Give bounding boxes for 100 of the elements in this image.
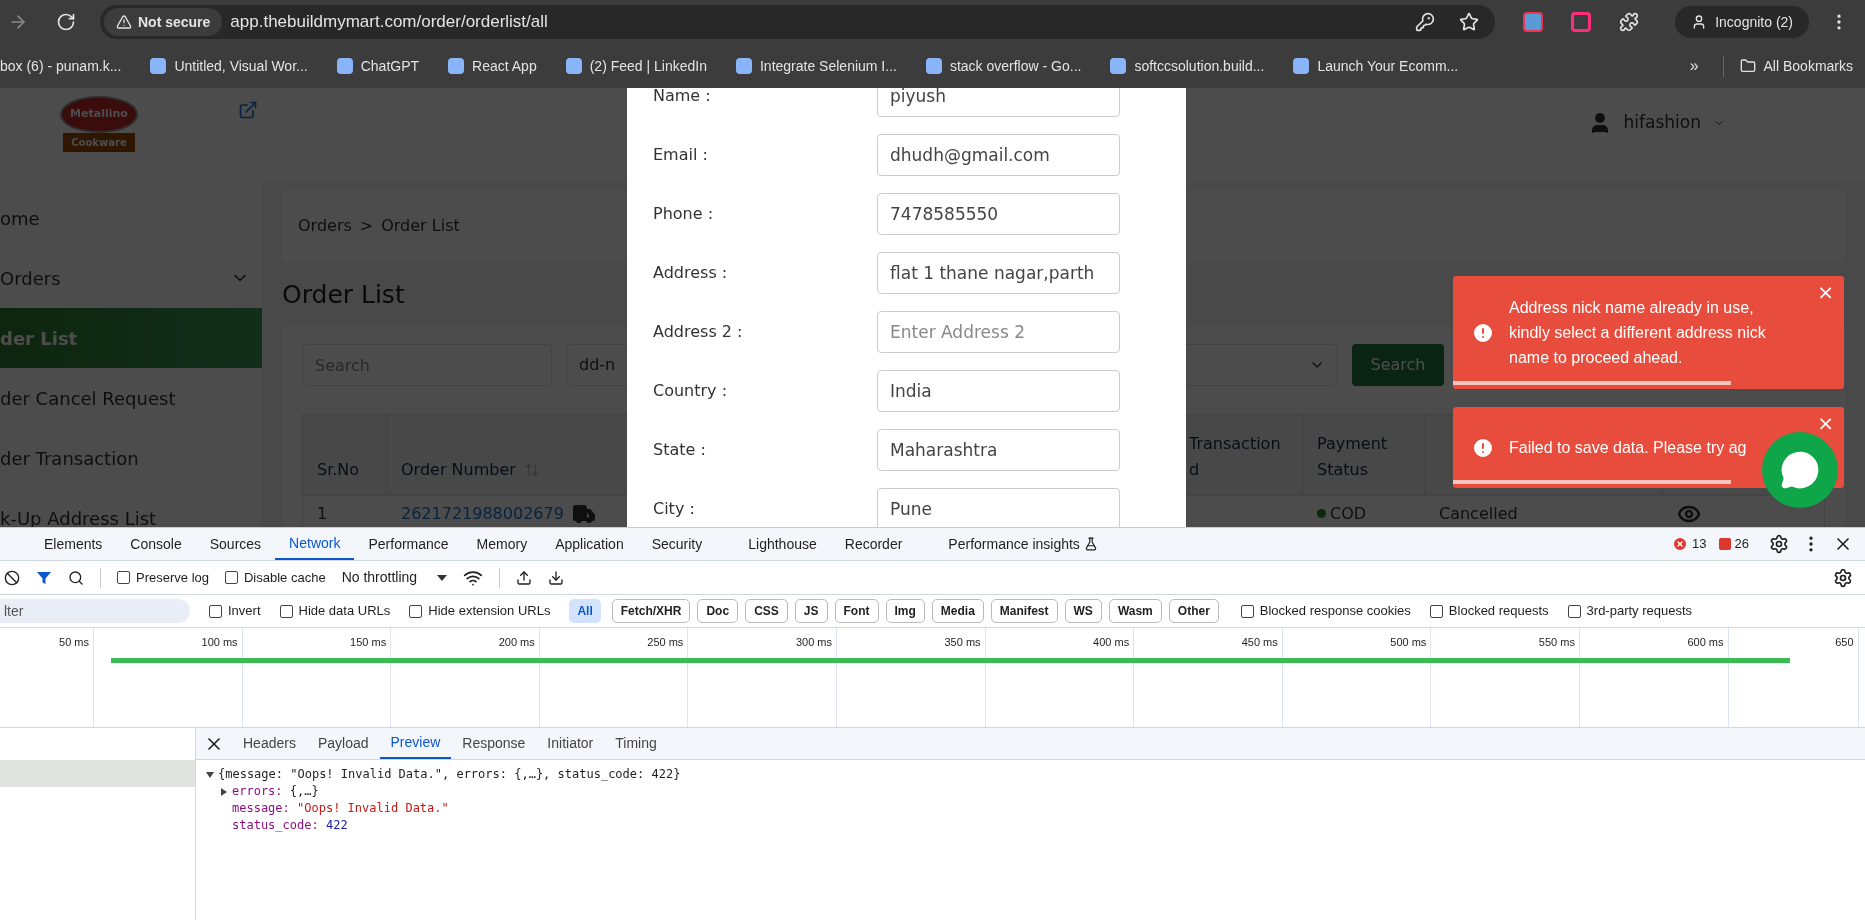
expanded-triangle-icon[interactable] <box>206 770 214 779</box>
type-filter-chip[interactable]: CSS <box>745 599 788 623</box>
bookmark[interactable]: softccsolution.build... <box>1102 55 1273 77</box>
issue-count[interactable]: 26 <box>1718 534 1749 554</box>
devtools-tab[interactable]: Network <box>275 528 355 560</box>
detail-tab[interactable]: Preview <box>379 728 452 759</box>
devtools-tab[interactable]: Security <box>637 528 717 560</box>
input-field[interactable]: Maharashtra <box>877 428 1120 471</box>
devtools-tab[interactable]: Sources <box>195 528 276 560</box>
devtools-tab[interactable]: Performance insights <box>934 528 1112 560</box>
input-field[interactable]: dhudh@gmail.com <box>877 133 1120 176</box>
detail-tab[interactable]: Timing <box>604 728 668 759</box>
throttling-dropdown[interactable]: No throttling <box>341 567 448 588</box>
extension-icon[interactable] <box>1523 12 1544 32</box>
checkbox[interactable]: Preserve log <box>117 567 209 588</box>
field-label: Address 2 : <box>652 320 744 343</box>
field-label: Country : <box>652 379 729 402</box>
type-filter-chip[interactable]: All <box>569 599 601 623</box>
filter-field[interactable]: lter <box>0 599 190 623</box>
site-icon <box>735 58 752 74</box>
checkbox[interactable]: Disable cache <box>225 567 326 588</box>
close-button[interactable]: × <box>1817 413 1834 433</box>
profile-button[interactable]: Incognito (2) <box>1675 6 1809 38</box>
field-label: Email : <box>652 143 709 166</box>
timeline-tick: 550 ms <box>1538 635 1576 648</box>
type-filter-chip[interactable]: JS <box>794 599 828 623</box>
checkbox[interactable]: 3rd-party requests <box>1567 601 1693 621</box>
input-field[interactable]: flat 1 thane nagar,parth <box>877 251 1120 294</box>
checkbox[interactable]: Hide extension URLs <box>409 601 551 621</box>
bookmark[interactable]: Untitled, Visual Wor... <box>142 55 316 77</box>
devtools-tab[interactable]: Application <box>541 528 638 560</box>
search-icon[interactable] <box>68 569 84 586</box>
error-count[interactable]: 13 <box>1672 534 1707 554</box>
address-bar[interactable]: Not secure app.thebuildmymart.com/order/orderlist/all <box>100 5 1496 39</box>
type-filter-chip[interactable]: Other <box>1168 599 1219 623</box>
download-icon[interactable] <box>548 569 565 586</box>
all-bookmarks-button[interactable]: All Bookmarks <box>1722 55 1853 77</box>
toast-message: Address nick name already in use, kindly select a different address nick name to proceed ahead. <box>1509 298 1767 368</box>
devtools-tab[interactable]: Recorder <box>830 528 917 560</box>
timeline-tick: 400 ms <box>1093 635 1131 648</box>
type-filter-chip[interactable]: Media <box>931 599 984 623</box>
timeline-tick: 150 ms <box>350 635 388 648</box>
devtools-tab[interactable]: Performance <box>354 528 463 560</box>
type-filter-chip[interactable]: Doc <box>697 599 739 623</box>
close-button[interactable]: × <box>1817 282 1834 302</box>
toast-message: Failed to save data. Please try ag <box>1509 438 1747 458</box>
bookmark[interactable]: Launch Your Ecomm... <box>1285 55 1467 77</box>
field-label: Address : <box>652 261 729 284</box>
bookmark[interactable]: (2) Feed | LinkedIn <box>557 55 715 77</box>
url-text: app.thebuildmymart.com/order/orderlist/all <box>230 11 549 34</box>
devtools-tab[interactable]: Elements <box>30 528 117 560</box>
timeline-tick: 250 ms <box>647 635 685 648</box>
bookmark[interactable]: Integrate Selenium I... <box>727 55 905 77</box>
bookmark[interactable]: stack overflow - Go... <box>917 55 1090 77</box>
filter-icon[interactable] <box>36 569 52 586</box>
detail-tab[interactable]: Initiator <box>536 728 605 759</box>
breadcrumb-separator: > <box>359 215 374 237</box>
checkbox[interactable]: Blocked requests <box>1429 601 1549 621</box>
input-field[interactable]: piyush <box>877 88 1120 117</box>
type-filter-chip[interactable]: Fetch/XHR <box>611 599 691 623</box>
security-chip[interactable]: Not secure <box>104 8 223 36</box>
type-filter-chip[interactable]: Wasm <box>1108 599 1162 623</box>
input-field[interactable]: India <box>877 369 1120 412</box>
checkbox[interactable]: Blocked response cookies <box>1240 601 1411 621</box>
devtools-tab[interactable]: Memory <box>462 528 542 560</box>
key-icon[interactable] <box>1415 12 1436 32</box>
site-icon <box>336 58 353 74</box>
more-bookmarks-button[interactable]: » <box>1689 54 1699 78</box>
collapsed-triangle-icon[interactable] <box>220 787 228 796</box>
bookmark[interactable]: ChatGPT <box>328 55 428 77</box>
timeline-tick: 600 ms <box>1687 635 1725 648</box>
timeline-tick: 650 <box>1835 635 1855 648</box>
upload-icon[interactable] <box>516 569 533 586</box>
bookmark[interactable]: box (6) - punam.k... <box>0 55 130 77</box>
type-filter-chip[interactable]: Font <box>834 599 879 623</box>
checkbox[interactable]: Invert <box>209 601 261 621</box>
devtools-tab[interactable]: Lighthouse <box>734 528 831 560</box>
field-label: Phone : <box>652 202 715 225</box>
extension-icon[interactable] <box>1571 12 1592 32</box>
settings-icon[interactable] <box>1833 567 1853 588</box>
checkbox[interactable]: Hide data URLs <box>279 601 391 621</box>
field-label: Name : <box>652 88 712 107</box>
bookmark[interactable]: React App <box>440 55 545 77</box>
timeline-tick: 450 ms <box>1241 635 1279 648</box>
timeline-tick: 100 ms <box>201 635 239 648</box>
reload-icon[interactable] <box>56 12 76 32</box>
stop-icon[interactable] <box>4 569 20 586</box>
table-cell-text: COD <box>1330 502 1367 525</box>
settings-icon[interactable] <box>1769 534 1789 554</box>
devtools-tab[interactable]: Console <box>116 528 196 560</box>
detail-tab[interactable]: Response <box>451 728 537 759</box>
input-field[interactable]: 7478585550 <box>877 192 1120 235</box>
type-filter-chip[interactable]: WS <box>1064 599 1102 623</box>
input-field[interactable]: Enter Address 2 <box>877 310 1120 353</box>
detail-tab[interactable]: Headers <box>232 728 307 759</box>
detail-tab[interactable]: Payload <box>306 728 380 759</box>
extensions-icon[interactable] <box>1619 12 1640 32</box>
type-filter-chip[interactable]: Manifest <box>990 599 1058 623</box>
type-filter-chip[interactable]: Img <box>885 599 925 623</box>
star-icon[interactable] <box>1459 12 1480 32</box>
